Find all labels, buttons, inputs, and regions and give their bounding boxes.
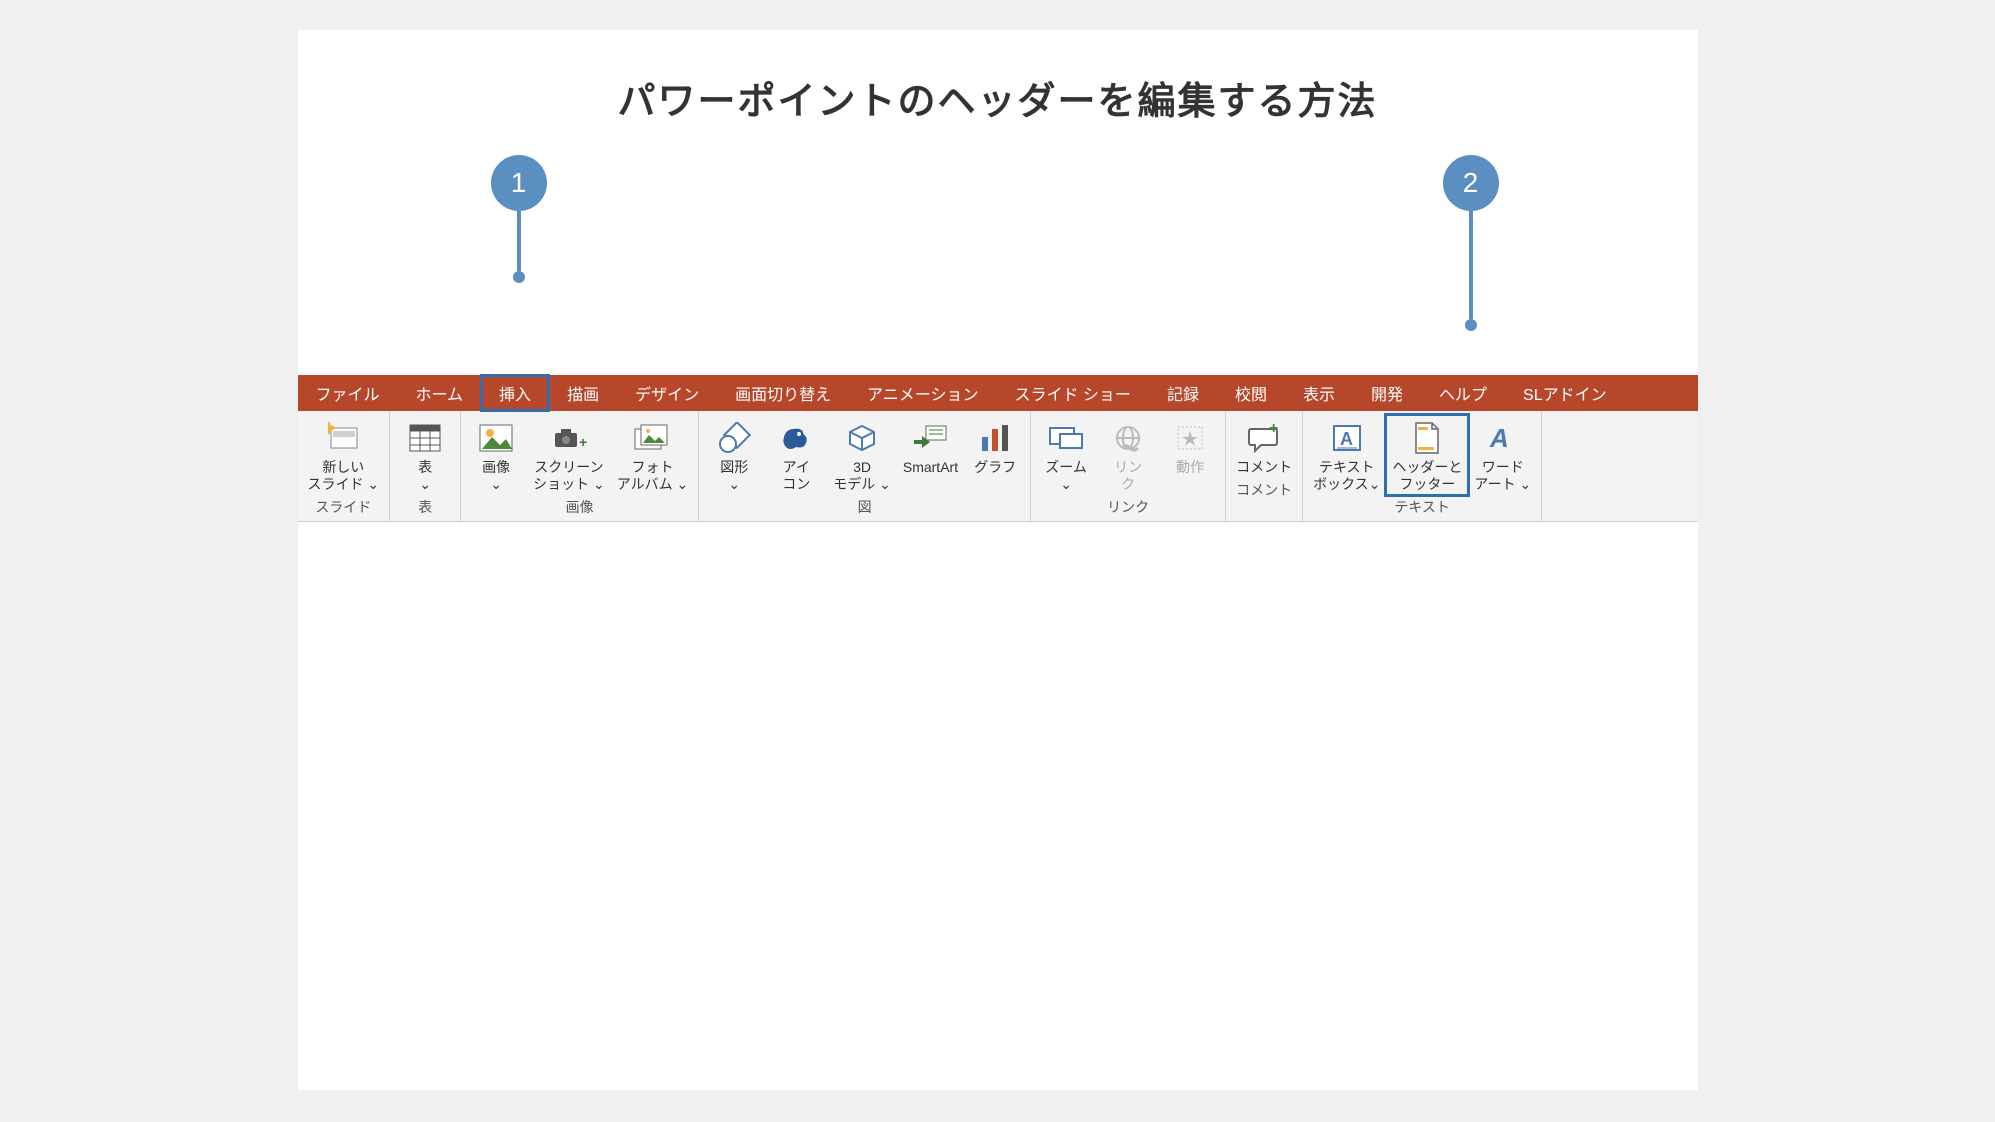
ribbon-tabs: ファイル ホーム 挿入 描画 デザイン 画面切り替え アニメーション スライド … [298,375,1698,411]
group-illustrations-label: 図 [858,495,872,519]
wordart-label: ワードアート ⌄ [1474,459,1531,493]
group-links-label: リンク [1107,495,1149,519]
svg-text:+: + [579,434,587,450]
photo-album-icon [632,419,672,457]
group-links: ズーム⌄ リンク 動作 リンク [1031,411,1226,521]
pictures-label: 画像⌄ [482,459,510,493]
callout-layer: 1 2 [298,125,1698,375]
tab-draw[interactable]: 描画 [549,375,617,411]
cmd-wordart[interactable]: A ワードアート ⌄ [1468,415,1537,495]
group-slides-label: スライド [315,495,371,519]
cube-icon [842,419,882,457]
group-tables: 表⌄ 表 [390,411,461,521]
icons-label: アイコン [782,459,810,493]
smartart-label: SmartArt [903,459,958,476]
icons-icon [776,419,816,457]
textbox-icon: A [1327,419,1367,457]
callout-1: 1 [491,155,547,283]
group-comments-label: コメント [1236,478,1292,502]
comment-icon: + [1244,419,1284,457]
tab-record[interactable]: 記録 [1149,375,1217,411]
callout-1-dot [513,271,525,283]
cmd-action: 動作 [1159,415,1221,478]
cmd-chart[interactable]: グラフ [964,415,1026,478]
svg-text:A: A [1340,429,1353,449]
cmd-photo-album[interactable]: フォトアルバム ⌄ [611,415,694,495]
screenshot-label: スクリーンショット ⌄ [533,459,605,493]
cmd-shapes[interactable]: 図形⌄ [703,415,765,495]
cmd-link: リンク [1097,415,1159,495]
cmd-new-slide[interactable]: 新しいスライド ⌄ [302,415,386,495]
cmd-table[interactable]: 表⌄ [394,415,456,495]
link-label: リンク [1114,459,1142,493]
tab-review[interactable]: 校閲 [1217,375,1285,411]
group-images-label: 画像 [566,495,594,519]
callout-1-badge: 1 [491,155,547,211]
group-text-label: テキスト [1394,495,1450,519]
header-footer-icon [1407,419,1447,457]
cmd-pictures[interactable]: 画像⌄ [465,415,527,495]
group-tables-label: 表 [418,495,432,519]
cmd-3d-models[interactable]: 3Dモデル ⌄ [827,415,897,495]
tab-home[interactable]: ホーム [398,375,482,411]
screenshot-icon: + [549,419,589,457]
table-icon [405,419,445,457]
tab-insert[interactable]: 挿入 [481,375,549,411]
shapes-label: 図形⌄ [720,459,748,493]
page-title: パワーポイントのヘッダーを編集する方法 [298,70,1698,125]
group-text: A テキストボックス⌄ ヘッダーとフッター A ワー [1303,411,1542,521]
tab-slideshow[interactable]: スライド ショー [996,375,1148,411]
cmd-icons[interactable]: アイコン [765,415,827,495]
tab-developer[interactable]: 開発 [1353,375,1421,411]
smartart-icon [910,419,950,457]
callout-2: 2 [1443,155,1499,331]
link-icon [1108,419,1148,457]
group-comments: + コメント コメント [1226,411,1303,521]
zoom-label: ズーム⌄ [1045,459,1087,493]
tutorial-page: パワーポイントのヘッダーを編集する方法 1 2 ファイル ホーム 挿入 描画 デ… [298,30,1698,1090]
tab-animations[interactable]: アニメーション [849,375,996,411]
chart-label: グラフ [974,459,1016,476]
table-label: 表⌄ [418,459,432,493]
callout-1-line [517,211,521,271]
svg-text:A: A [1489,423,1509,453]
tab-design[interactable]: デザイン [617,375,717,411]
zoom-icon [1046,419,1086,457]
svg-text:+: + [1269,423,1278,437]
tab-addin[interactable]: SLアドイン [1505,375,1625,411]
cmd-comment[interactable]: + コメント [1230,415,1298,478]
action-icon [1170,419,1210,457]
group-images: 画像⌄ + スクリーンショット ⌄ フォトアルバム ⌄ [461,411,699,521]
header-footer-label: ヘッダーとフッター [1392,459,1462,493]
pictures-icon [476,419,516,457]
callout-2-line [1469,211,1473,319]
tab-help[interactable]: ヘルプ [1421,375,1505,411]
shapes-icon [714,419,754,457]
cmd-smartart[interactable]: SmartArt [897,415,964,478]
textbox-label: テキストボックス⌄ [1313,459,1380,493]
group-illustrations: 図形⌄ アイコン 3Dモデル ⌄ [699,411,1031,521]
comment-label: コメント [1236,459,1292,476]
chart-icon [975,419,1015,457]
photo-album-label: フォトアルバム ⌄ [617,459,688,493]
cmd-zoom[interactable]: ズーム⌄ [1035,415,1097,495]
tab-file[interactable]: ファイル [298,375,398,411]
cmd-screenshot[interactable]: + スクリーンショット ⌄ [527,415,611,495]
cmd-textbox[interactable]: A テキストボックス⌄ [1307,415,1386,495]
ribbon-commands: 新しいスライド ⌄ スライド 表⌄ 表 [298,411,1698,522]
cmd-header-footer[interactable]: ヘッダーとフッター [1386,415,1468,495]
tab-view[interactable]: 表示 [1285,375,1353,411]
wordart-icon: A [1483,419,1523,457]
group-slides: 新しいスライド ⌄ スライド [298,411,391,521]
tab-transitions[interactable]: 画面切り替え [717,375,849,411]
new-slide-icon [323,419,363,457]
callout-2-dot [1465,319,1477,331]
new-slide-label: 新しいスライド ⌄ [308,459,380,493]
models3d-label: 3Dモデル ⌄ [833,459,891,493]
callout-2-badge: 2 [1443,155,1499,211]
ribbon: ファイル ホーム 挿入 描画 デザイン 画面切り替え アニメーション スライド … [298,375,1698,522]
action-label: 動作 [1176,459,1204,476]
